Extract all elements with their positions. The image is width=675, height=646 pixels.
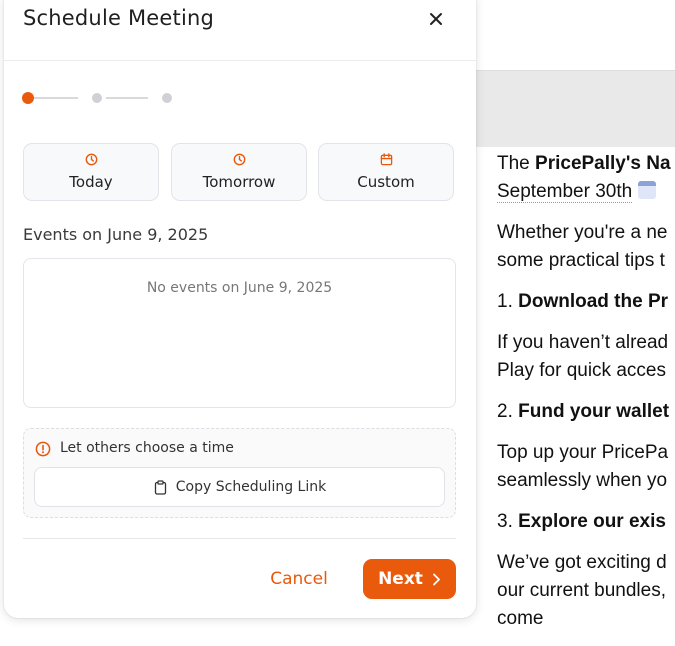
option-label: Tomorrow xyxy=(202,173,276,191)
modal-header: Schedule Meeting xyxy=(4,0,476,61)
option-today-button[interactable]: Today xyxy=(23,143,159,201)
let-others-choose-section: Let others choose a time Copy Scheduling… xyxy=(23,428,456,518)
article-paragraph: The PricePally's Na September 30th xyxy=(497,153,671,203)
step-connector xyxy=(106,97,148,99)
option-label: Today xyxy=(69,173,113,191)
article-paragraph: Top up your PricePa seamlessly when yo xyxy=(497,442,669,491)
schedule-meeting-modal: Schedule Meeting Today Tomorrow Custom E… xyxy=(4,0,476,618)
email-article: The PricePally's Na September 30th Whethe… xyxy=(497,150,675,646)
next-button[interactable]: Next xyxy=(363,559,456,599)
article-heading: 2. Fund your wallet xyxy=(497,401,670,422)
step-connector xyxy=(34,97,78,99)
article-paragraph: Whether you're a ne some practical tips t xyxy=(497,222,668,271)
option-custom-button[interactable]: Custom xyxy=(318,143,454,201)
clipboard-icon xyxy=(154,479,166,495)
events-heading: Events on June 9, 2025 xyxy=(23,225,209,244)
article-paragraph: We’ve got exciting d our current bundles,… xyxy=(497,552,667,629)
option-tomorrow-button[interactable]: Tomorrow xyxy=(171,143,307,201)
step-dot-active xyxy=(22,92,34,104)
cancel-button[interactable]: Cancel xyxy=(259,562,339,596)
calendar-emoji-icon xyxy=(638,181,657,199)
article-heading: 1. Download the Pr xyxy=(497,291,669,312)
step-dot xyxy=(162,93,172,103)
modal-title: Schedule Meeting xyxy=(23,6,215,30)
next-label: Next xyxy=(378,569,423,589)
clock-icon xyxy=(233,153,245,166)
option-label: Custom xyxy=(357,173,415,191)
article-paragraph: If you haven’t alread Play for quick acce… xyxy=(497,332,669,381)
events-list: No events on June 9, 2025 xyxy=(23,258,456,408)
step-dot xyxy=(92,93,102,103)
close-icon xyxy=(430,13,442,25)
clock-icon xyxy=(85,153,97,166)
others-label: Let others choose a time xyxy=(60,440,234,456)
email-top-area xyxy=(470,0,675,70)
events-empty-message: No events on June 9, 2025 xyxy=(146,280,333,296)
email-header-band xyxy=(470,70,675,147)
chevron-right-icon xyxy=(432,573,441,586)
footer-divider xyxy=(23,538,456,539)
close-button[interactable] xyxy=(425,8,447,30)
info-icon xyxy=(35,441,51,457)
copy-link-label: Copy Scheduling Link xyxy=(175,479,327,495)
step-indicator xyxy=(22,92,182,106)
copy-scheduling-link-button[interactable]: Copy Scheduling Link xyxy=(34,467,445,507)
date-link[interactable]: September 30th xyxy=(497,181,633,203)
article-heading: 3. Explore our exis xyxy=(497,511,666,532)
calendar-icon xyxy=(380,153,392,166)
